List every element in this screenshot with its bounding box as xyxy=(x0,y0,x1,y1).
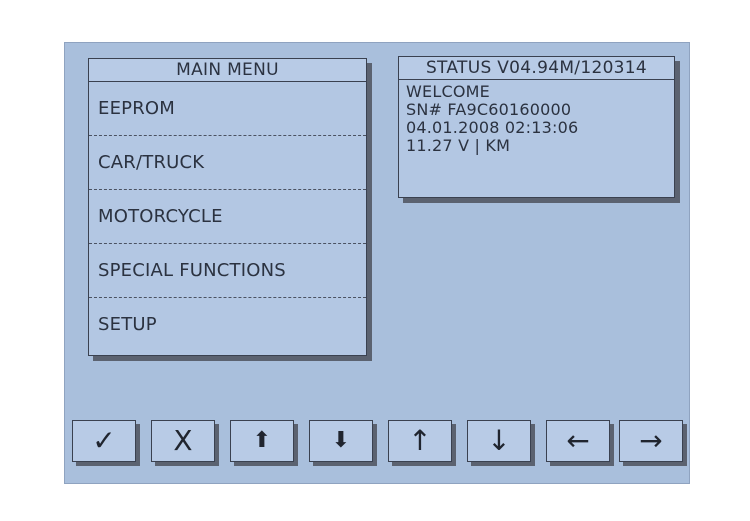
close-x-icon: X xyxy=(173,424,193,457)
main-menu-panel: MAIN MENU EEPROM CAR/TRUCK MOTORCYCLE SP… xyxy=(88,58,367,356)
status-info: WELCOME SN# FA9C60160000 04.01.2008 02:1… xyxy=(399,80,674,155)
menu-item-car-truck[interactable]: CAR/TRUCK xyxy=(89,136,366,190)
lcd-screen: MAIN MENU EEPROM CAR/TRUCK MOTORCYCLE SP… xyxy=(64,42,690,484)
page-up-button[interactable]: ⬆ xyxy=(230,420,294,462)
cancel-button[interactable]: X xyxy=(151,420,215,462)
checkmark-icon: ✓ xyxy=(92,424,116,457)
menu-item-eeprom[interactable]: EEPROM xyxy=(89,82,366,136)
left-button[interactable]: ← xyxy=(546,420,610,462)
main-menu-title: MAIN MENU xyxy=(89,59,366,82)
right-arrow-icon: → xyxy=(639,424,663,457)
menu-item-setup[interactable]: SETUP xyxy=(89,298,366,351)
down-arrow-icon: ↓ xyxy=(487,424,511,457)
main-menu-list: EEPROM CAR/TRUCK MOTORCYCLE SPECIAL FUNC… xyxy=(89,82,366,351)
status-panel: STATUS V04.94M/120314 WELCOME SN# FA9C60… xyxy=(398,56,675,198)
left-arrow-icon: ← xyxy=(566,424,590,457)
status-title: STATUS V04.94M/120314 xyxy=(399,57,674,80)
down-button[interactable]: ↓ xyxy=(467,420,531,462)
bold-down-arrow-icon: ⬇ xyxy=(331,428,351,453)
up-button[interactable]: ↑ xyxy=(388,420,452,462)
status-welcome: WELCOME xyxy=(406,82,490,101)
soft-key-bar: ✓ X ⬆ ⬇ ↑ ↓ ← → xyxy=(72,420,684,466)
status-voltage: 11.27 V | KM xyxy=(406,136,511,155)
ok-button[interactable]: ✓ xyxy=(72,420,136,462)
menu-item-motorcycle[interactable]: MOTORCYCLE xyxy=(89,190,366,244)
page-down-button[interactable]: ⬇ xyxy=(309,420,373,462)
right-button[interactable]: → xyxy=(619,420,683,462)
status-serial-number: SN# FA9C60160000 xyxy=(406,100,572,119)
up-arrow-icon: ↑ xyxy=(408,424,432,457)
status-datetime: 04.01.2008 02:13:06 xyxy=(406,118,579,137)
menu-item-special-functions[interactable]: SPECIAL FUNCTIONS xyxy=(89,244,366,298)
bold-up-arrow-icon: ⬆ xyxy=(252,428,272,453)
